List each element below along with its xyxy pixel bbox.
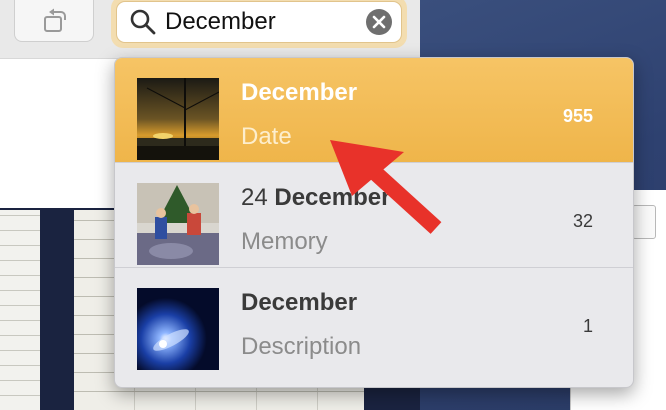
- share-icon[interactable]: [632, 205, 656, 239]
- clear-search-button[interactable]: [366, 9, 392, 35]
- christmas-kids-thumbnail: [137, 183, 219, 265]
- result-count: 955: [562, 106, 593, 126]
- suggestion-row-memory[interactable]: 24 December Memory 32: [115, 163, 633, 268]
- suggestion-title: December: [241, 289, 358, 316]
- search-suggestions-dropdown: December Date 955 24 December Memory 32: [114, 57, 634, 388]
- rotate-button[interactable]: [14, 0, 94, 42]
- suggestion-title: 24 December: [241, 184, 391, 211]
- suggestion-row-date[interactable]: December Date 955: [115, 58, 633, 163]
- comet-thumbnail: [137, 288, 219, 370]
- suggestion-title: December: [241, 79, 358, 106]
- suggestion-text: December Date: [241, 78, 357, 152]
- toolbar: December: [0, 0, 420, 58]
- sunset-boat-thumbnail: [137, 78, 219, 160]
- clear-x-icon: [372, 15, 386, 29]
- suggestion-text: 24 December Memory: [241, 183, 390, 257]
- rotate-icon: [44, 8, 66, 32]
- search-field[interactable]: December: [116, 1, 402, 43]
- suggestion-row-description[interactable]: December Description 1: [115, 268, 633, 372]
- result-count: 32: [572, 211, 593, 231]
- magnifier-icon: [130, 9, 156, 35]
- search-query[interactable]: December: [165, 8, 366, 36]
- document-photo-1[interactable]: [0, 210, 40, 410]
- suggestion-type: Date: [241, 123, 292, 150]
- suggestion-text: December Description: [241, 288, 361, 362]
- search-field-focus-ring: December: [111, 0, 407, 48]
- suggestion-type: Description: [241, 333, 362, 360]
- suggestion-type: Memory: [241, 228, 328, 255]
- result-count: 1: [582, 316, 593, 336]
